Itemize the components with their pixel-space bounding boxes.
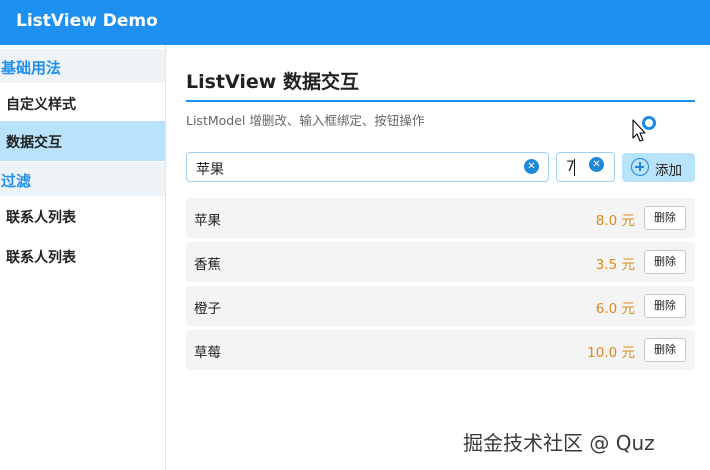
list-item: 橙子 6.0 元 删除	[186, 286, 695, 326]
main-content: ListView 数据交互 ListModel 增删改、输入框绑定、按钮操作 苹…	[186, 45, 696, 470]
delete-button[interactable]: 删除	[644, 206, 686, 230]
item-price: 6.0 元	[595, 301, 635, 317]
busy-cursor-icon	[632, 116, 656, 142]
sidebar-group-label: 过滤	[1, 172, 32, 190]
sidebar-item-contacts-1[interactable]: 联系人列表	[0, 196, 165, 236]
text-caret	[574, 159, 575, 176]
item-name: 橙子	[194, 301, 221, 317]
title-bar: ListView Demo	[0, 0, 710, 45]
price-input[interactable]: 7 ✕	[556, 152, 615, 182]
item-name: 苹果	[194, 213, 221, 229]
sidebar-item-data-interaction[interactable]: 数据交互	[0, 121, 165, 161]
page-subtitle: ListModel 增删改、输入框绑定、按钮操作	[186, 113, 425, 128]
list-item: 草莓 10.0 元 删除	[186, 330, 695, 370]
page-title: ListView 数据交互	[186, 71, 359, 93]
delete-button[interactable]: 删除	[644, 294, 686, 318]
sidebar-item-label: 数据交互	[6, 135, 62, 151]
clear-icon[interactable]: ✕	[524, 159, 539, 174]
window-title: ListView Demo	[16, 11, 158, 31]
item-price: 10.0 元	[587, 345, 635, 361]
sidebar-item-contacts-2[interactable]: 联系人列表	[0, 236, 165, 276]
clear-icon[interactable]: ✕	[589, 157, 604, 172]
add-button-label: 添加	[655, 163, 682, 179]
sidebar-group-filter: 过滤	[0, 162, 165, 196]
sidebar-group-basic: 基础用法	[0, 49, 165, 83]
item-name: 香蕉	[194, 257, 221, 273]
plus-circle-icon	[631, 158, 649, 176]
list-item: 苹果 8.0 元 删除	[186, 198, 695, 238]
item-price: 8.0 元	[595, 213, 635, 229]
name-input[interactable]: 苹果 ✕	[186, 152, 549, 182]
sidebar-item-label: 自定义样式	[6, 97, 76, 113]
sidebar: 基础用法 自定义样式 数据交互 过滤 联系人列表 联系人列表	[0, 45, 166, 470]
item-name: 草莓	[194, 345, 221, 361]
list-item: 香蕉 3.5 元 删除	[186, 242, 695, 282]
add-button[interactable]: 添加	[622, 153, 695, 182]
watermark: 掘金技术社区 @ Quz	[463, 431, 655, 455]
sidebar-item-label: 联系人列表	[6, 250, 76, 266]
delete-button[interactable]: 删除	[644, 250, 686, 274]
item-price: 3.5 元	[595, 257, 635, 273]
sidebar-group-label: 基础用法	[1, 59, 62, 77]
sidebar-item-custom-style[interactable]: 自定义样式	[0, 83, 165, 123]
title-divider	[186, 100, 695, 102]
delete-button[interactable]: 删除	[644, 338, 686, 362]
sidebar-item-label: 联系人列表	[6, 210, 76, 226]
name-input-value: 苹果	[196, 162, 224, 178]
